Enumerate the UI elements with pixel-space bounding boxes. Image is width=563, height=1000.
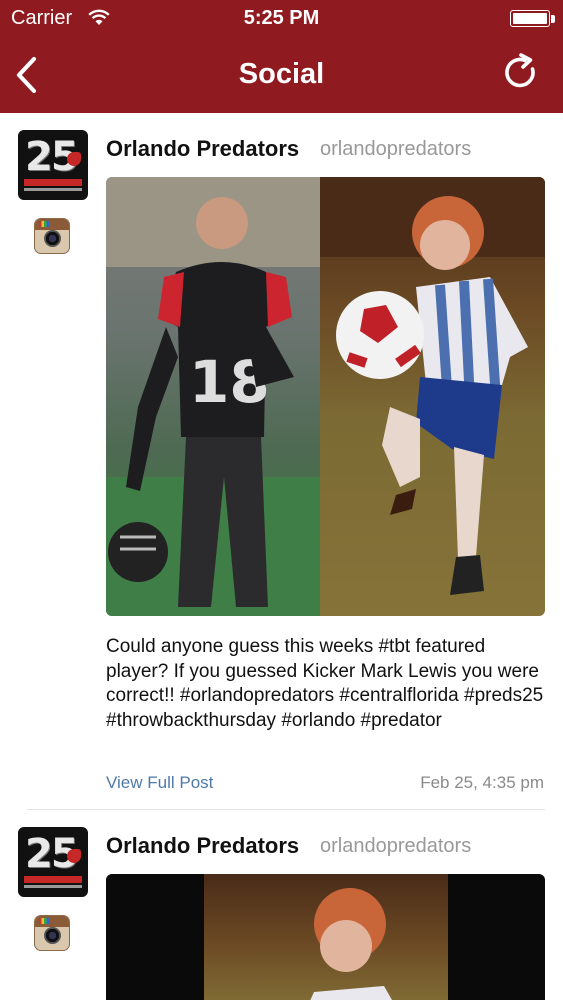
avatar[interactable]: 25 <box>18 827 88 897</box>
page-title: Social <box>238 58 325 90</box>
post-author[interactable]: Orlando Predators <box>106 833 299 859</box>
battery-icon <box>510 10 550 27</box>
view-full-post-link[interactable]: View Full Post <box>106 773 213 793</box>
child-figure <box>310 888 392 1000</box>
battery-tip <box>551 15 555 23</box>
player-figure: 18 <box>106 177 320 616</box>
post-image[interactable] <box>106 874 545 1000</box>
logo-banner <box>24 876 82 883</box>
avatar[interactable]: 25 <box>18 130 88 200</box>
status-time: 5:25 PM <box>243 7 320 29</box>
nav-header: Carrier 5:25 PM Social <box>0 0 563 113</box>
photo-panel-center <box>204 874 448 1000</box>
feed-post: 25 Orlando Predators orlandopredators <box>0 113 563 810</box>
refresh-icon <box>505 53 535 88</box>
post-date: Feb 25, 4:35 pm <box>420 773 544 792</box>
logo-sub-banner <box>24 885 82 888</box>
photo-panel-left: 18 <box>106 177 320 616</box>
post-author[interactable]: Orlando Predators <box>106 136 299 162</box>
status-bar: Carrier 5:25 PM <box>0 0 563 38</box>
logo-banner <box>24 179 82 186</box>
post-handle[interactable]: orlandopredators <box>320 138 471 161</box>
post-caption: Could anyone guess this weeks #tbt featu… <box>106 636 544 731</box>
instagram-icon <box>34 218 70 254</box>
logo-mark <box>67 152 81 166</box>
logo-sub-banner <box>24 188 82 191</box>
instagram-icon <box>34 915 70 951</box>
social-feed[interactable]: 25 Orlando Predators orlandopredators 18… <box>0 113 563 1000</box>
photo-panel-right <box>320 177 545 616</box>
post-image[interactable]: 18 <box>106 177 545 616</box>
post-handle[interactable]: orlandopredators <box>320 835 471 858</box>
refresh-button[interactable] <box>501 52 543 96</box>
logo-mark <box>67 849 81 863</box>
child-figure <box>320 177 545 595</box>
feed-post: 25 Orlando Predators orlandopredators <box>0 810 563 1000</box>
